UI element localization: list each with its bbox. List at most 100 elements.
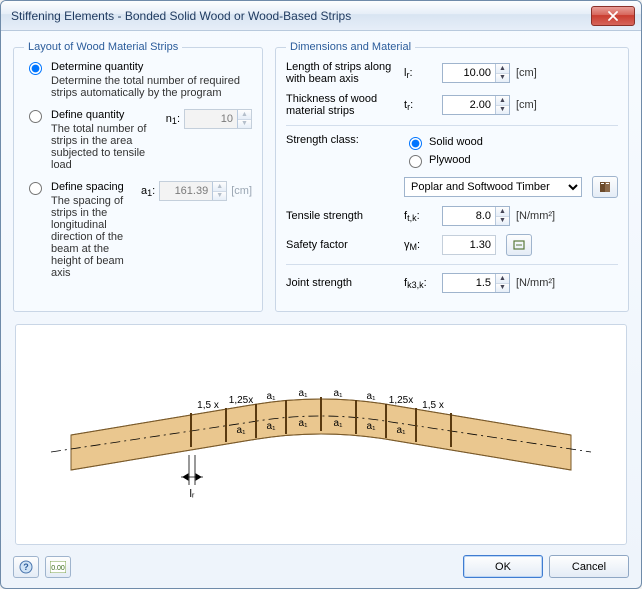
opt1-label: Determine quantity (51, 61, 252, 73)
pick-button[interactable] (506, 234, 532, 256)
svg-text:0.00: 0.00 (51, 565, 65, 572)
svg-text:?: ? (23, 562, 29, 572)
length-label: Length of strips along with beam axis (286, 61, 398, 85)
svg-text:1,25x: 1,25x (229, 395, 253, 406)
decimals-icon: 0.00 (50, 561, 66, 573)
svg-text:1,5 x: 1,5 x (197, 400, 219, 411)
timber-combo-row: Poplar and Softwood Timber (286, 176, 618, 198)
lr-unit: [cm] (516, 67, 570, 79)
spinner-down-icon[interactable]: ▼ (496, 74, 509, 83)
close-icon (607, 11, 619, 21)
dialog-content: Layout of Wood Material Strips Determine… (1, 31, 641, 588)
n1-spinner: ▲▼ (184, 109, 252, 129)
window-title: Stiffening Elements - Bonded Solid Wood … (11, 9, 591, 23)
thickness-row: Thickness of wood material strips tr: ▲▼… (286, 93, 618, 117)
svg-text:a₁: a₁ (299, 388, 309, 399)
opt2-label: Define quantity (51, 109, 160, 121)
top-row: Layout of Wood Material Strips Determine… (13, 41, 629, 312)
beam-diagram: 1,5 x 1,25x a₁ a₁ a₁ a₁ 1,25x 1,5 x a₁ a… (20, 329, 622, 540)
gamma-symbol: γM: (404, 239, 436, 251)
spinner-up-icon[interactable]: ▲ (496, 96, 509, 106)
lr-dim-label: lᵣ (189, 488, 194, 500)
svg-text:a₁: a₁ (367, 421, 377, 432)
ftk-spinner[interactable]: ▲▼ (442, 206, 510, 226)
option-define-spacing: Define spacing The spacing of strips in … (24, 181, 252, 279)
lr-value[interactable] (443, 64, 495, 82)
radio-solid-wood[interactable] (409, 137, 422, 150)
a1-unit: [cm] (231, 185, 252, 197)
titlebar: Stiffening Elements - Bonded Solid Wood … (1, 1, 641, 31)
svg-text:a₁: a₁ (334, 418, 344, 429)
spinner-down-icon[interactable]: ▼ (496, 284, 509, 293)
spinner-up-icon[interactable]: ▲ (496, 274, 509, 284)
close-button[interactable] (591, 6, 635, 26)
units-button[interactable]: 0.00 (45, 556, 71, 578)
safety-factor-row: Safety factor γM: (286, 234, 618, 256)
spinner-down-icon[interactable]: ▼ (496, 106, 509, 115)
n1-symbol: n1: (166, 113, 180, 125)
fk3k-symbol: fk3,k: (404, 277, 436, 289)
fk3k-value[interactable] (443, 274, 495, 292)
spinner-up-icon[interactable]: ▲ (496, 64, 509, 74)
timber-combo[interactable]: Poplar and Softwood Timber (404, 177, 582, 197)
tr-unit: [cm] (516, 99, 570, 111)
radio-define-quantity[interactable] (29, 110, 42, 123)
a1-symbol: a1: (141, 185, 155, 197)
dialog-footer: ? 0.00 OK Cancel (13, 555, 629, 578)
help-icon: ? (19, 560, 33, 574)
layout-group: Layout of Wood Material Strips Determine… (13, 41, 263, 312)
tr-spinner[interactable]: ▲▼ (442, 95, 510, 115)
tr-value[interactable] (443, 96, 495, 114)
svg-text:1,25x: 1,25x (389, 395, 413, 406)
joint-strength-row: Joint strength fk3,k: ▲▼ [N/mm²] (286, 273, 618, 293)
js-label: Joint strength (286, 277, 398, 289)
spinner-down-icon: ▼ (238, 120, 251, 129)
fk3k-spinner[interactable]: ▲▼ (442, 273, 510, 293)
strength-class-row: Strength class: Solid wood Plywood (286, 134, 618, 168)
divider-2 (286, 264, 618, 265)
book-icon (598, 180, 612, 194)
svg-text:1,5 x: 1,5 x (422, 400, 444, 411)
svg-text:a₁: a₁ (237, 425, 247, 436)
opt1-desc: Determine the total number of required s… (51, 75, 252, 99)
radio-plywood[interactable] (409, 155, 422, 168)
opt3-desc: The spacing of strips in the longitudina… (51, 195, 135, 279)
ts-label: Tensile strength (286, 210, 398, 222)
spinner-up-icon[interactable]: ▲ (496, 207, 509, 217)
tensile-row: Tensile strength ft,k: ▲▼ [N/mm²] (286, 206, 618, 226)
length-row: Length of strips along with beam axis lr… (286, 61, 618, 85)
ftk-value[interactable] (443, 207, 495, 225)
svg-text:a₁: a₁ (267, 421, 277, 432)
svg-text:a₁: a₁ (367, 391, 377, 402)
library-button[interactable] (592, 176, 618, 198)
spinner-up-icon: ▲ (213, 182, 226, 192)
gamma-value (443, 236, 495, 254)
help-button[interactable]: ? (13, 556, 39, 578)
spinner-up-icon: ▲ (238, 110, 251, 120)
cancel-button[interactable]: Cancel (549, 555, 629, 578)
a1-value (160, 182, 212, 200)
sc-label: Strength class: (286, 134, 398, 146)
beam-svg: 1,5 x 1,25x a₁ a₁ a₁ a₁ 1,25x 1,5 x a₁ a… (41, 345, 601, 525)
opt2-tail: n1: ▲▼ (166, 109, 252, 129)
layout-legend: Layout of Wood Material Strips (24, 41, 182, 53)
dimensions-group: Dimensions and Material Length of strips… (275, 41, 629, 312)
dim-legend: Dimensions and Material (286, 41, 415, 53)
spinner-down-icon[interactable]: ▼ (496, 217, 509, 226)
ftk-symbol: ft,k: (404, 210, 436, 222)
pick-icon (512, 238, 526, 252)
radio-define-spacing[interactable] (29, 182, 42, 195)
svg-text:a₁: a₁ (397, 425, 407, 436)
option-define-quantity: Define quantity The total number of stri… (24, 109, 252, 171)
option-determine-quantity: Determine quantity Determine the total n… (24, 61, 252, 99)
svg-text:a₁: a₁ (299, 418, 309, 429)
lr-spinner[interactable]: ▲▼ (442, 63, 510, 83)
spinner-down-icon: ▼ (213, 192, 226, 201)
svg-text:a₁: a₁ (334, 388, 344, 399)
sc-solid-label: Solid wood (429, 136, 483, 148)
svg-text:a₁: a₁ (267, 391, 277, 402)
ok-button[interactable]: OK (463, 555, 543, 578)
divider (286, 125, 618, 126)
diagram-panel: 1,5 x 1,25x a₁ a₁ a₁ a₁ 1,25x 1,5 x a₁ a… (15, 324, 627, 545)
radio-determine-quantity[interactable] (29, 62, 42, 75)
